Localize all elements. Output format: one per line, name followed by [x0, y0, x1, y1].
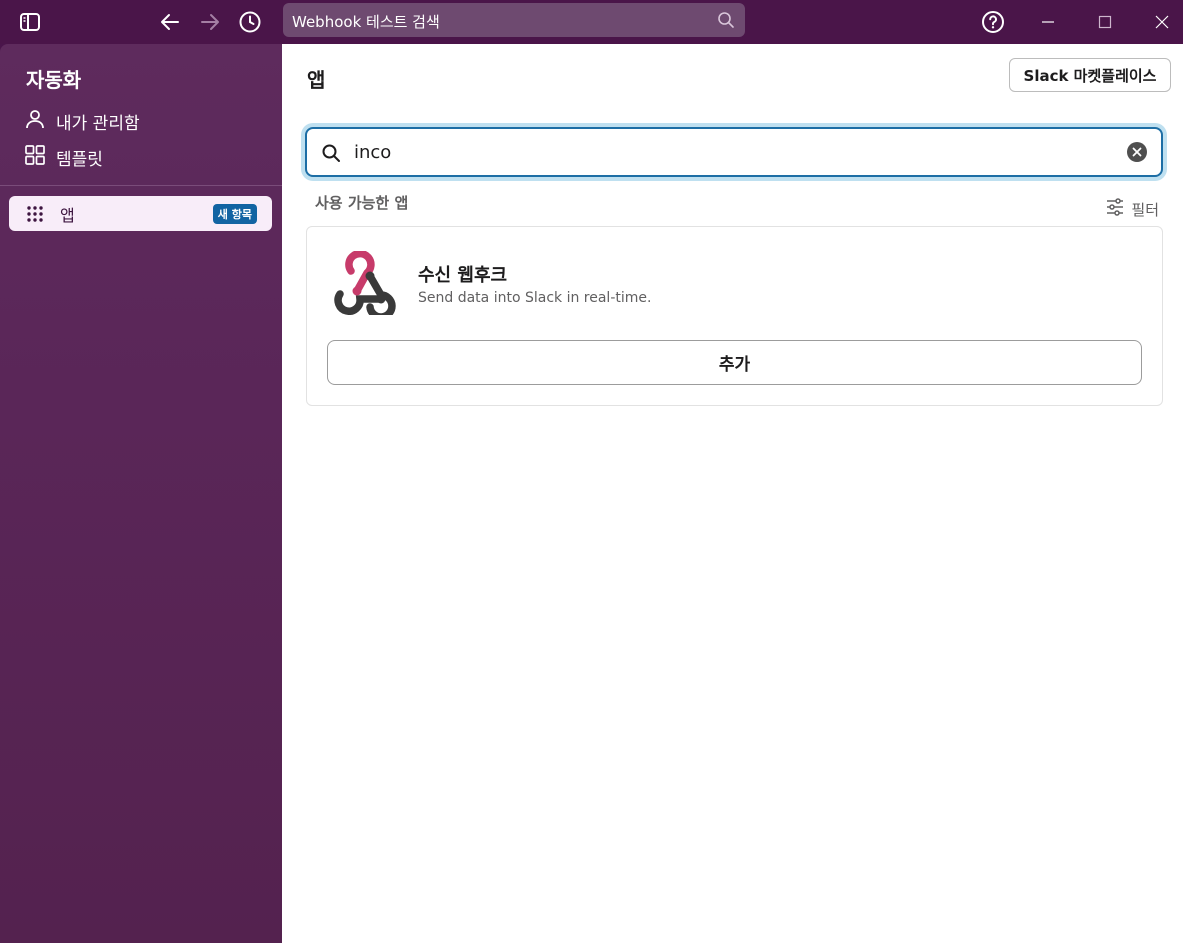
history-clock-icon[interactable] — [236, 8, 264, 36]
global-search-text: Webhook 테스트 검색 — [292, 13, 440, 31]
new-badge: 새 항목 — [212, 204, 257, 224]
back-arrow-icon[interactable] — [156, 8, 184, 36]
add-app-button[interactable]: 추가 — [327, 340, 1142, 385]
sidebar-item-label: 템플릿 — [56, 149, 103, 170]
page-title: 앱 — [307, 68, 326, 92]
title-bar: Webhook 테스트 검색 — [0, 0, 1183, 44]
forward-arrow-icon[interactable] — [196, 8, 224, 36]
sidebar: 자동화 내가 관리함 템플릿 앱 새 항목 — [0, 44, 282, 943]
sidebar-title: 자동화 — [26, 68, 82, 92]
sidebar-toggle-icon[interactable] — [16, 8, 44, 36]
person-icon — [24, 108, 56, 135]
dots-grid-icon — [26, 205, 44, 223]
main-panel: 앱 Slack 마켓플레이스 inco 사용 가능한 앱 필터 수신 웹후크 S… — [282, 44, 1183, 943]
filter-label: 필터 — [1131, 200, 1159, 219]
close-icon[interactable] — [1148, 8, 1176, 36]
search-icon — [321, 143, 341, 167]
available-apps-heading: 사용 가능한 앱 — [315, 194, 409, 212]
app-name: 수신 웹후크 — [418, 265, 508, 286]
webhook-logo-icon — [327, 249, 397, 321]
sliders-icon — [1105, 197, 1131, 221]
sidebar-item-apps[interactable]: 앱 새 항목 — [9, 196, 272, 231]
sidebar-item-label: 내가 관리함 — [56, 113, 140, 134]
app-description: Send data into Slack in real-time. — [418, 290, 652, 306]
help-icon[interactable] — [979, 8, 1007, 36]
sidebar-item-templates[interactable]: 템플릿 — [24, 143, 103, 171]
slack-marketplace-button[interactable]: Slack 마켓플레이스 — [1009, 58, 1171, 92]
clear-search-icon[interactable] — [1127, 142, 1147, 166]
minimize-icon[interactable] — [1034, 8, 1062, 36]
app-search-input[interactable]: inco — [305, 127, 1163, 177]
global-search-input[interactable]: Webhook 테스트 검색 — [283, 3, 745, 37]
sidebar-item-managed-by-me[interactable]: 내가 관리함 — [24, 107, 140, 135]
sidebar-item-label: 앱 — [60, 205, 75, 225]
sidebar-divider — [0, 185, 282, 186]
app-search-value: inco — [354, 142, 392, 163]
maximize-icon[interactable] — [1091, 8, 1119, 36]
app-card: 수신 웹후크 Send data into Slack in real-time… — [306, 226, 1163, 406]
search-icon — [717, 11, 735, 33]
filter-button[interactable]: 필터 — [1105, 197, 1159, 221]
grid-icon — [24, 144, 56, 171]
